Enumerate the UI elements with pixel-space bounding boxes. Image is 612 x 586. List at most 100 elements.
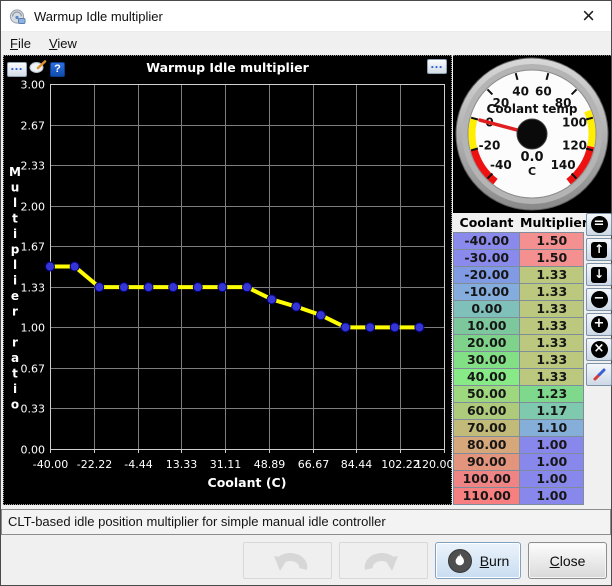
coolant-cell[interactable]: 60.00 bbox=[454, 403, 520, 420]
curve-point[interactable] bbox=[169, 283, 178, 292]
side-button-column: =↑↓−+ × bbox=[586, 213, 612, 386]
curve-editor-panel: … ? Warmup Idle multiplier … -40.003.00-… bbox=[3, 55, 452, 505]
help-button[interactable]: ? bbox=[50, 62, 65, 77]
curve-point[interactable] bbox=[316, 311, 325, 320]
curve-point[interactable] bbox=[218, 283, 227, 292]
multiplier-cell[interactable]: 1.00 bbox=[520, 454, 584, 471]
curve-point[interactable] bbox=[267, 295, 276, 304]
close-icon[interactable]: × bbox=[574, 5, 603, 27]
svg-text:1.67: 1.67 bbox=[21, 241, 46, 254]
svg-text:-40: -40 bbox=[490, 158, 512, 172]
gauge-zone bbox=[472, 118, 474, 149]
redo-button[interactable] bbox=[339, 542, 428, 579]
multiplier-cell[interactable]: 1.50 bbox=[520, 250, 584, 267]
multiplier-cell[interactable]: 1.33 bbox=[520, 267, 584, 284]
curve-point[interactable] bbox=[341, 323, 350, 332]
curve-point[interactable] bbox=[390, 323, 399, 332]
status-text: CLT-based idle position multiplier for s… bbox=[8, 514, 386, 529]
multiplier-cell[interactable]: 1.17 bbox=[520, 403, 584, 420]
multiplier-cell[interactable]: 1.33 bbox=[520, 284, 584, 301]
edit-pencil-icon[interactable] bbox=[29, 59, 48, 79]
svg-text:i: i bbox=[13, 382, 17, 396]
close-x-icon: × bbox=[591, 341, 608, 358]
dots-icon: … bbox=[10, 58, 24, 73]
table-row: 60.001.17 bbox=[454, 403, 584, 420]
curve-point[interactable] bbox=[366, 323, 375, 332]
multiplier-cell[interactable]: 1.00 bbox=[520, 488, 584, 505]
menu-bar: File View bbox=[1, 32, 611, 54]
multiplier-cell[interactable]: 1.50 bbox=[520, 233, 584, 250]
pencil-button[interactable] bbox=[586, 363, 612, 386]
coolant-cell[interactable]: -20.00 bbox=[454, 267, 520, 284]
settings-dots-button-right[interactable]: … bbox=[427, 59, 447, 74]
multiplier-cell[interactable]: 1.00 bbox=[520, 471, 584, 488]
svg-text:t: t bbox=[12, 367, 18, 381]
curve-point[interactable] bbox=[46, 262, 55, 271]
settings-dots-button[interactable]: … bbox=[7, 62, 27, 77]
multiplier-cell[interactable]: 1.10 bbox=[520, 420, 584, 437]
curve-point[interactable] bbox=[415, 323, 424, 332]
coolant-cell[interactable]: 100.00 bbox=[454, 471, 520, 488]
svg-text:e: e bbox=[11, 289, 19, 303]
coolant-cell[interactable]: 20.00 bbox=[454, 335, 520, 352]
column-header-coolant: Coolant bbox=[453, 213, 520, 232]
svg-text:120: 120 bbox=[562, 138, 587, 152]
curve-point[interactable] bbox=[243, 283, 252, 292]
multiplier-cell[interactable]: 1.33 bbox=[520, 352, 584, 369]
menu-view[interactable]: View bbox=[49, 36, 77, 51]
svg-text:-4.44: -4.44 bbox=[124, 458, 152, 471]
menu-file[interactable]: File bbox=[10, 36, 31, 51]
multiplier-cell[interactable]: 1.00 bbox=[520, 437, 584, 454]
coolant-cell[interactable]: 0.00 bbox=[454, 301, 520, 318]
table-row: 10.001.33 bbox=[454, 318, 584, 335]
coolant-cell[interactable]: 90.00 bbox=[454, 454, 520, 471]
coolant-cell[interactable]: 50.00 bbox=[454, 386, 520, 403]
column-header-multiplier: Multiplier bbox=[520, 213, 584, 232]
undo-button[interactable] bbox=[243, 542, 332, 579]
minus-button[interactable]: − bbox=[586, 288, 612, 311]
coolant-cell[interactable]: 30.00 bbox=[454, 352, 520, 369]
multiplier-cell[interactable]: 1.33 bbox=[520, 335, 584, 352]
multiplier-cell[interactable]: 1.33 bbox=[520, 318, 584, 335]
svg-text:84.44: 84.44 bbox=[341, 458, 373, 471]
coolant-table-rows: -40.001.50-30.001.50-20.001.33-10.001.33… bbox=[453, 232, 584, 505]
coolant-cell[interactable]: -30.00 bbox=[454, 250, 520, 267]
coolant-cell[interactable]: 40.00 bbox=[454, 369, 520, 386]
coolant-cell[interactable]: -10.00 bbox=[454, 284, 520, 301]
close-button[interactable]: Close bbox=[528, 542, 607, 579]
table-row: -40.001.50 bbox=[454, 233, 584, 250]
curve-point[interactable] bbox=[119, 283, 128, 292]
svg-text:a: a bbox=[11, 351, 19, 365]
curve-point[interactable] bbox=[144, 283, 153, 292]
curve-point[interactable] bbox=[292, 302, 301, 311]
arrow-up-button[interactable]: ↑ bbox=[586, 238, 612, 261]
plus-button[interactable]: + bbox=[586, 313, 612, 336]
svg-text:31.11: 31.11 bbox=[210, 458, 242, 471]
equals-button[interactable]: = bbox=[586, 213, 612, 236]
burn-button[interactable]: Burn bbox=[435, 542, 521, 579]
svg-text:t: t bbox=[12, 212, 18, 226]
curve-point[interactable] bbox=[95, 283, 104, 292]
svg-text:0.67: 0.67 bbox=[21, 363, 46, 376]
svg-text:1.33: 1.33 bbox=[21, 282, 46, 295]
svg-text:-20: -20 bbox=[479, 138, 501, 152]
svg-text:48.89: 48.89 bbox=[254, 458, 286, 471]
curve-line bbox=[50, 267, 419, 328]
table-row: 20.001.33 bbox=[454, 335, 584, 352]
multiplier-cell[interactable]: 1.33 bbox=[520, 301, 584, 318]
coolant-cell[interactable]: 10.00 bbox=[454, 318, 520, 335]
curve-point[interactable] bbox=[193, 283, 202, 292]
arrow-down-button[interactable]: ↓ bbox=[586, 263, 612, 286]
multiplier-cell[interactable]: 1.33 bbox=[520, 369, 584, 386]
coolant-cell[interactable]: 80.00 bbox=[454, 437, 520, 454]
coolant-cell[interactable]: 70.00 bbox=[454, 420, 520, 437]
close-x-button[interactable]: × bbox=[586, 338, 612, 361]
undo-arrow-icon bbox=[266, 546, 310, 576]
coolant-cell[interactable]: 110.00 bbox=[454, 488, 520, 505]
coolant-cell[interactable]: -40.00 bbox=[454, 233, 520, 250]
curve-chart-svg[interactable]: -40.003.00-22.222.67-4.442.3313.332.0031… bbox=[4, 56, 453, 504]
curve-point[interactable] bbox=[70, 262, 79, 271]
table-row: 0.001.33 bbox=[454, 301, 584, 318]
multiplier-cell[interactable]: 1.23 bbox=[520, 386, 584, 403]
table-row: 110.001.00 bbox=[454, 488, 584, 505]
